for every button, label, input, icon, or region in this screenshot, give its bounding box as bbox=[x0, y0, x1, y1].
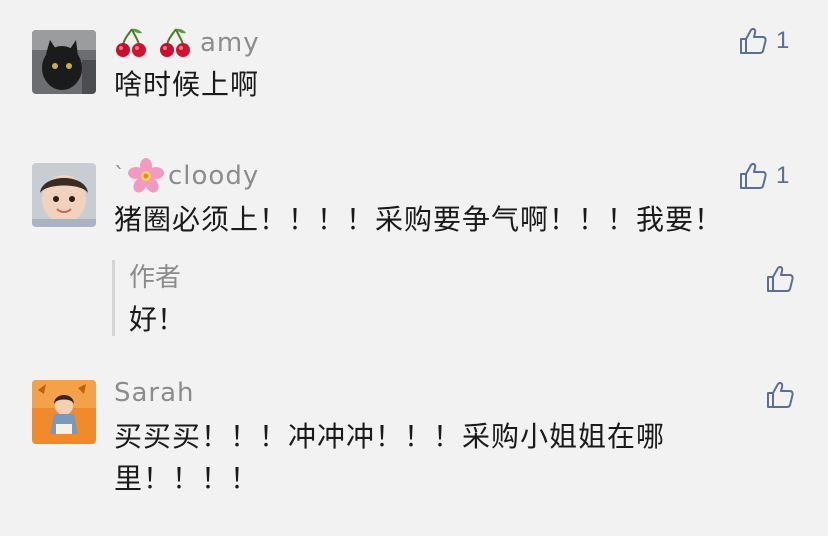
thumbs-up-icon bbox=[740, 28, 767, 54]
thumbs-up-icon bbox=[767, 382, 794, 408]
comment-author-name[interactable]: cloody bbox=[168, 161, 259, 191]
reply-text: 好！ bbox=[129, 303, 186, 336]
reply-author-label: 作者 bbox=[129, 263, 182, 293]
comment-author-row: amy bbox=[114, 25, 260, 61]
cherry-blossom-icon bbox=[128, 158, 164, 194]
comment-author-row: Sarah bbox=[114, 375, 195, 411]
thumbs-up-icon bbox=[740, 163, 767, 189]
like-button[interactable]: 1 bbox=[738, 26, 789, 56]
like-button[interactable] bbox=[765, 380, 795, 410]
reply-like-button[interactable] bbox=[765, 264, 795, 294]
name-prefix-mark: ` bbox=[114, 163, 126, 189]
avatar[interactable] bbox=[32, 163, 96, 227]
author-reply: 作者 好！ bbox=[112, 260, 735, 336]
comment-text-line: 买买买！！！冲冲冲！！！采购小姐姐在哪 bbox=[114, 420, 666, 453]
comment-text: 买买买！！！冲冲冲！！！采购小姐姐在哪 里！！！！ bbox=[114, 416, 774, 500]
like-count: 1 bbox=[776, 162, 790, 189]
avatar[interactable] bbox=[32, 380, 96, 444]
comment-author-name[interactable]: amy bbox=[200, 28, 260, 58]
cherries-icon bbox=[114, 27, 150, 59]
like-button[interactable]: 1 bbox=[738, 161, 789, 191]
comment-text: 啥时候上啊 bbox=[114, 68, 260, 101]
comment-text: 猪圈必须上！！！！采购要争气啊！！！我要！ bbox=[114, 203, 724, 236]
cherries-icon bbox=[158, 27, 194, 59]
comment-author-name[interactable]: Sarah bbox=[114, 378, 195, 408]
like-count: 1 bbox=[776, 27, 790, 54]
comment-author-row: ` cloody bbox=[114, 158, 259, 194]
thumbs-up-icon bbox=[767, 266, 794, 292]
comment-text-line: 里！！！！ bbox=[114, 462, 260, 495]
avatar[interactable] bbox=[32, 30, 96, 94]
